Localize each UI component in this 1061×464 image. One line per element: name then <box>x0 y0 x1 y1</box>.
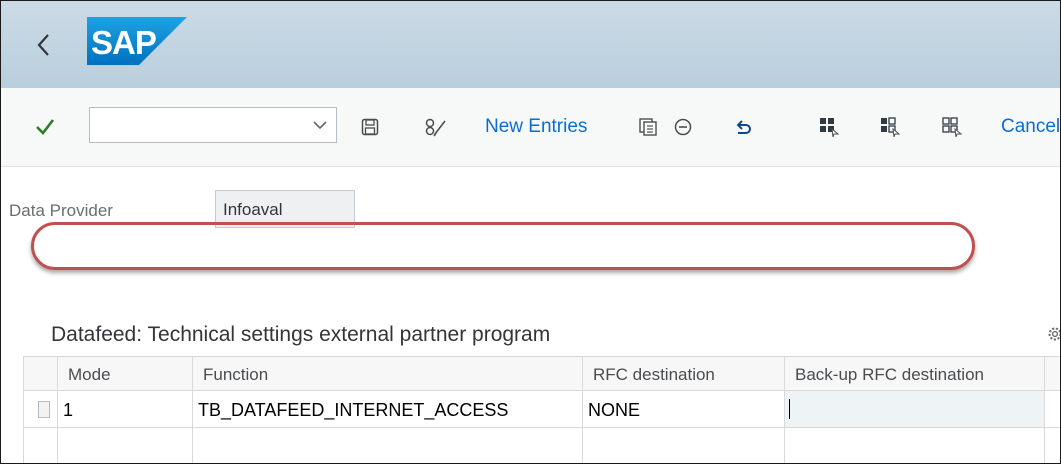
cell-backup-rfc-destination-empty[interactable] <box>785 428 1045 463</box>
chevron-down-icon[interactable] <box>312 117 328 133</box>
delete-icon <box>674 118 692 136</box>
column-header-backup-rfc-destination[interactable]: Back-up RFC destination <box>785 357 1045 390</box>
column-header-function[interactable]: Function <box>193 357 583 390</box>
column-header-rfc-destination[interactable]: RFC destination <box>583 357 785 390</box>
row-selector-empty[interactable] <box>24 428 58 463</box>
display-change-button[interactable] <box>421 110 451 144</box>
command-field[interactable] <box>89 107 337 143</box>
cancel-button[interactable]: Cancel <box>1001 110 1061 144</box>
deselect-all-icon <box>942 117 963 138</box>
new-entries-label: New Entries <box>485 116 588 137</box>
deselect-all-button[interactable] <box>939 110 965 144</box>
cell-function[interactable]: TB_DATAFEED_INTERNET_ACCESS <box>193 391 583 427</box>
cell-rfc-destination[interactable]: NONE <box>583 391 785 427</box>
undo-icon <box>736 120 751 134</box>
table-settings-icon[interactable] <box>1046 325 1061 343</box>
copy-icon <box>639 118 657 136</box>
entries-table: Mode Function RFC destination Back-up RF… <box>23 356 1060 463</box>
row-selector[interactable] <box>24 391 58 427</box>
edit-glasses-icon <box>425 118 446 137</box>
data-provider-label: Data Provider <box>9 201 113 220</box>
sap-logo[interactable]: SAP <box>87 17 187 65</box>
delete-button[interactable] <box>670 110 696 144</box>
cell-backup-rfc-destination[interactable] <box>785 391 1045 427</box>
save-icon <box>361 118 379 136</box>
select-block-button[interactable] <box>877 110 903 144</box>
select-all-button[interactable] <box>816 110 842 144</box>
cell-mode[interactable]: 1 <box>58 391 193 427</box>
save-button[interactable] <box>357 110 383 144</box>
new-entries-button[interactable]: New Entries <box>485 110 587 144</box>
text-cursor <box>789 399 790 419</box>
row-select-box[interactable] <box>38 401 50 418</box>
logo-text: SAP <box>91 24 156 61</box>
copy-as-button[interactable] <box>635 110 661 144</box>
cell-rfc-destination-empty[interactable] <box>583 428 785 463</box>
main-content: Data Provider Infoaval Datafeed: Technic… <box>1 167 1060 463</box>
select-block-icon <box>881 117 901 138</box>
back-button[interactable] <box>29 27 59 63</box>
cancel-label: Cancel <box>1001 116 1061 137</box>
table-row[interactable]: 1 TB_DATAFEED_INTERNET_ACCESS NONE <box>24 391 1060 428</box>
shell-header: SAP <box>1 1 1060 88</box>
row-selector-header[interactable] <box>24 357 58 390</box>
column-header-mode[interactable]: Mode <box>58 357 193 390</box>
cell-function-empty[interactable] <box>193 428 583 463</box>
select-all-icon <box>820 118 840 138</box>
table-row-empty[interactable] <box>24 428 1060 463</box>
application-toolbar: New Entries Cancel <box>1 88 1060 167</box>
enter-button[interactable] <box>29 110 61 144</box>
cell-mode-empty[interactable] <box>58 428 193 463</box>
chevron-left-icon <box>37 34 49 56</box>
sap-window: SAP New Entries Cancel Data Provider Inf… <box>0 0 1061 464</box>
table-title: Datafeed: Technical settings external pa… <box>51 323 551 346</box>
data-provider-field[interactable]: Infoaval <box>215 190 355 228</box>
checkmark-icon <box>36 119 55 135</box>
undo-button[interactable] <box>731 110 757 144</box>
table-header-row: Mode Function RFC destination Back-up RF… <box>24 357 1060 391</box>
